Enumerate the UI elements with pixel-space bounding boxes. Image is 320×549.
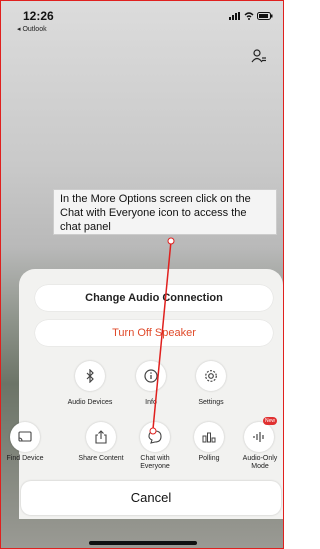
share-content-label: Share Content (78, 455, 124, 462)
change-audio-connection-button[interactable]: Change Audio Connection (35, 285, 273, 311)
audio-wave-icon (253, 432, 264, 442)
turn-off-speaker-button[interactable]: Turn Off Speaker (35, 320, 273, 346)
audio-devices-label: Audio Devices (67, 399, 113, 406)
polling-icon (202, 432, 216, 443)
wifi-icon (244, 12, 254, 20)
settings-button[interactable] (196, 361, 226, 391)
settings-label: Settings (198, 399, 224, 406)
info-label: Info (145, 399, 157, 406)
cancel-button[interactable]: Cancel (21, 481, 281, 515)
audio-devices-button[interactable] (75, 361, 105, 391)
audio-only-mode-button[interactable] (244, 422, 274, 452)
phone-screen: 12:26 ◂ Outlook In the More Options scre… (0, 0, 284, 549)
gear-icon (205, 370, 217, 382)
find-device-button[interactable] (10, 422, 40, 452)
info-button[interactable] (136, 361, 166, 391)
polling-button[interactable] (194, 422, 224, 452)
new-badge: New (263, 417, 277, 425)
status-bar: 12:26 ◂ Outlook (1, 1, 283, 41)
bluetooth-icon (86, 369, 94, 383)
chat-with-everyone-label: Chat with Everyone (140, 455, 170, 470)
annotation-callout: In the More Options screen click on the … (53, 189, 277, 235)
chat-with-everyone-button[interactable] (140, 422, 170, 452)
find-device-label: Find Device (6, 455, 44, 462)
polling-label: Polling (198, 455, 220, 462)
back-to-app-link[interactable]: ◂ Outlook (17, 25, 47, 33)
participants-icon[interactable] (251, 49, 267, 63)
info-icon (144, 369, 158, 383)
system-icons (229, 12, 273, 20)
status-time: 12:26 (23, 9, 54, 23)
share-content-button[interactable] (86, 422, 116, 452)
chat-icon (148, 430, 162, 444)
callout-text: In the More Options screen click on the … (60, 193, 251, 233)
signal-icon (229, 12, 240, 20)
battery-icon (257, 12, 273, 20)
home-indicator (89, 541, 197, 545)
cast-icon (18, 431, 32, 442)
share-icon (95, 430, 107, 444)
audio-only-mode-label: Audio-Only Mode (242, 455, 278, 470)
options-row: Find Device Share Content Chat with Ever… (1, 417, 283, 475)
